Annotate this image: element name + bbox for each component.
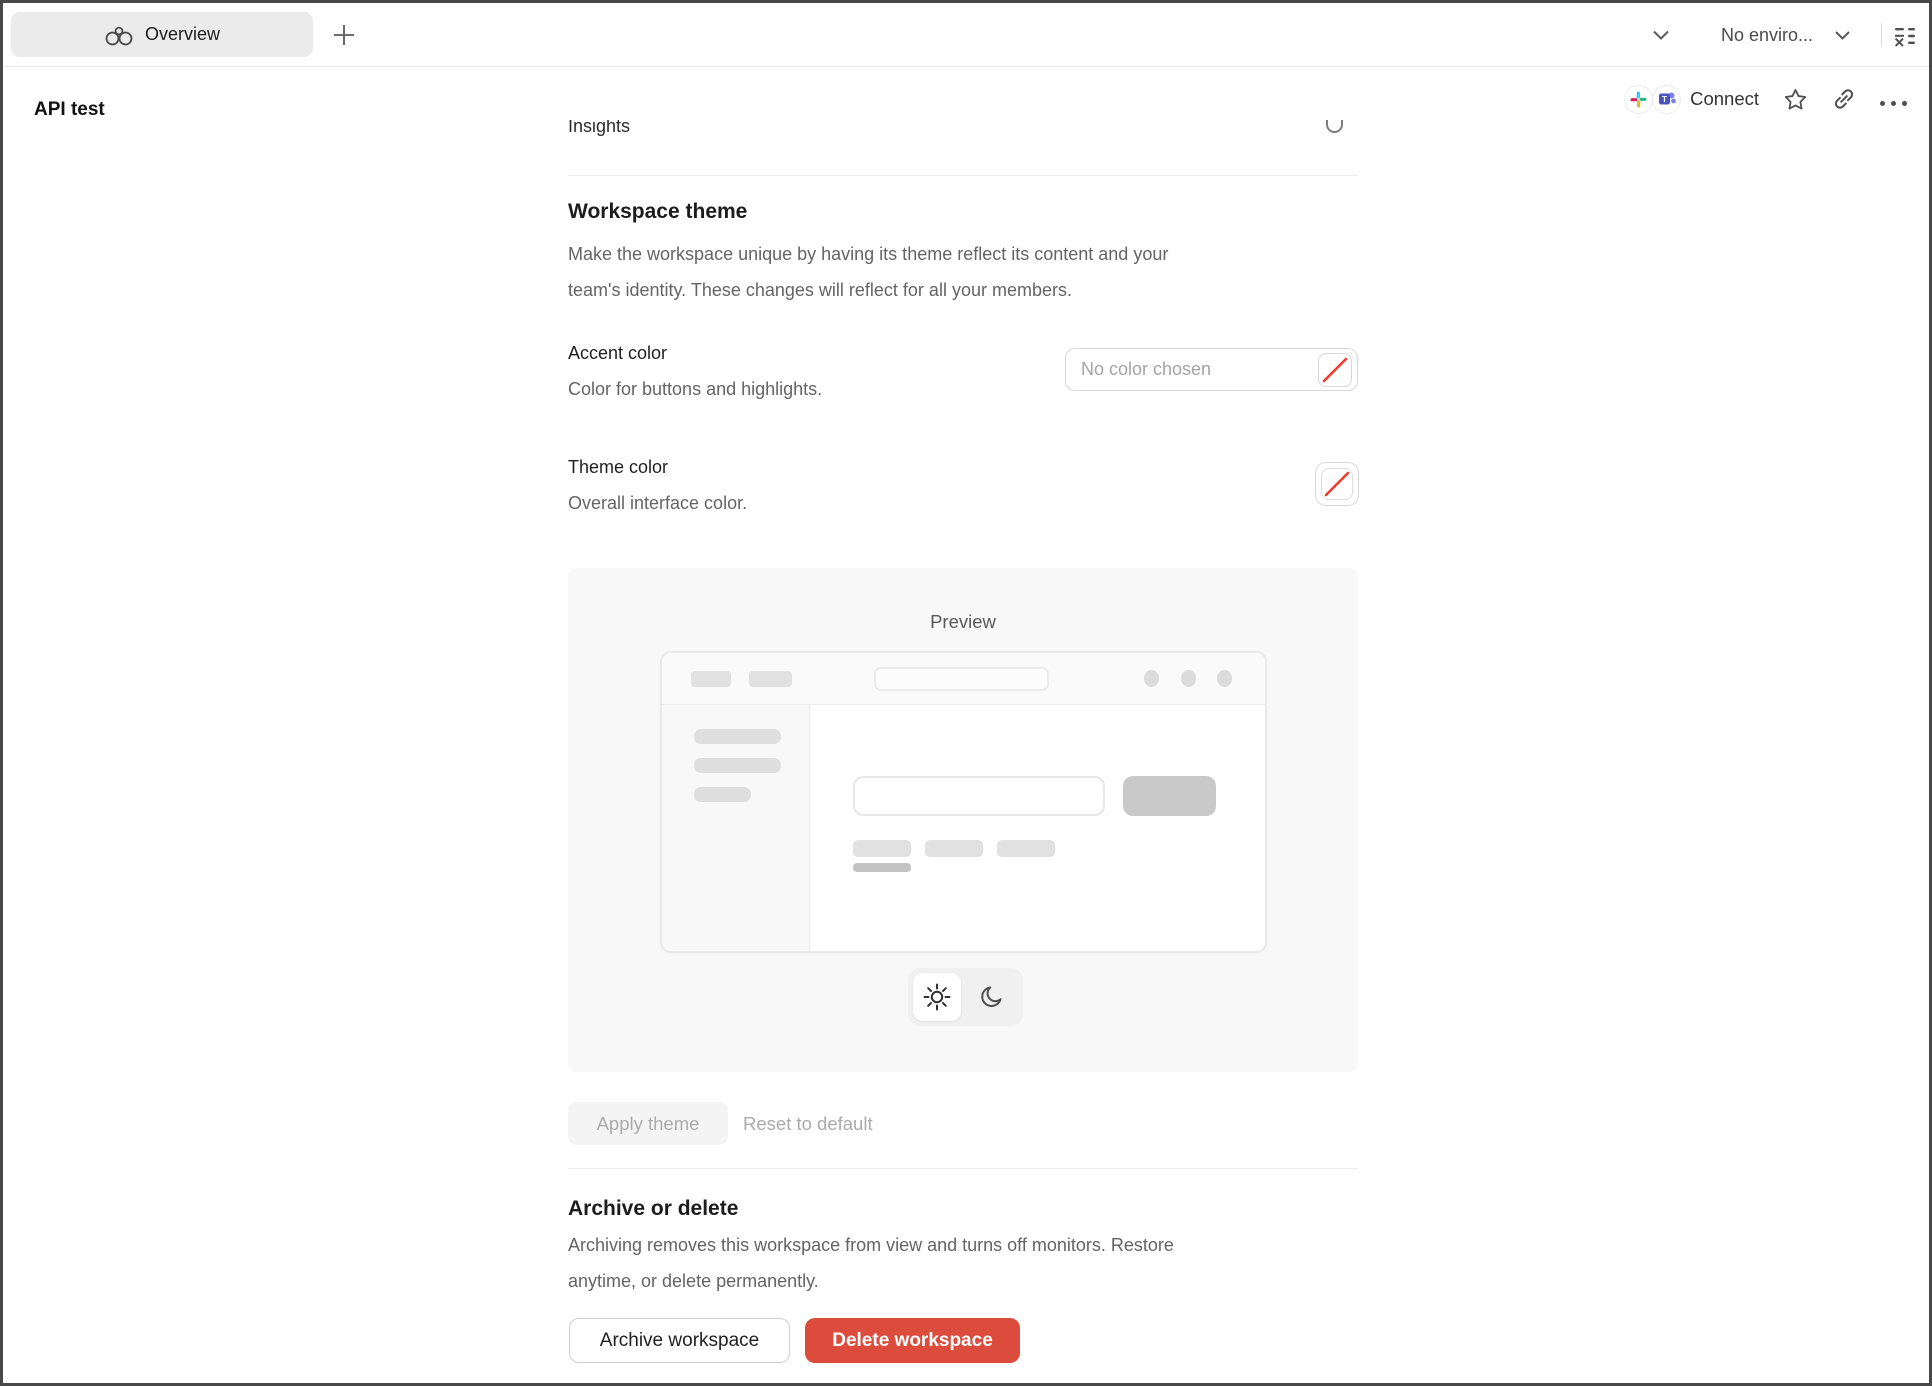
slack-icon [1624,84,1654,114]
environment-selector-label: No enviro... [1721,24,1814,45]
section-divider [568,1168,1358,1169]
skeleton-pill [749,671,792,687]
moon-icon [978,983,1006,1011]
preview-mock-window [660,651,1267,953]
environment-selector[interactable]: No enviro... [1721,3,1850,67]
more-options-icon[interactable] [1880,93,1907,106]
tab-list-chevron-down-icon[interactable] [1653,30,1669,40]
skeleton-bar [997,840,1055,857]
workspace-theme-heading: Workspace theme [568,200,748,223]
archive-or-delete-heading: Archive or delete [568,1197,739,1220]
dark-mode-button[interactable] [966,973,1018,1021]
theme-preview-card: Preview [568,568,1358,1072]
tab-overview-label: Overview [144,24,220,44]
tab-overview[interactable]: Overview [11,12,313,57]
skeleton-bar [694,758,781,773]
skeleton-bar [853,863,911,872]
environment-chevron-down-icon [1835,30,1850,40]
skeleton-bar [694,787,751,802]
app-window: Overview No enviro... API test T Connect… [0,0,1932,1386]
delete-workspace-button[interactable]: Delete workspace [805,1318,1020,1363]
copy-link-icon[interactable] [1832,87,1856,111]
skeleton-button [1123,776,1216,816]
preview-mock-sidebar [662,705,810,951]
skeleton-pill [691,671,731,687]
star-icon[interactable] [1783,87,1808,112]
apply-theme-button[interactable]: Apply theme [568,1102,728,1145]
preview-mock-main [810,705,1265,951]
preview-mock-header [662,653,1265,705]
archive-or-delete-description: Archiving removes this workspace from vi… [568,1235,1174,1291]
insights-row-clipped: Insights [568,120,1358,140]
new-tab-button[interactable] [333,24,355,46]
environment-quick-look-icon[interactable] [1893,24,1917,48]
svg-text:T: T [1661,94,1667,104]
accent-no-color-swatch[interactable] [1318,353,1352,387]
skeleton-input [853,776,1105,816]
skeleton-dot [1144,670,1159,687]
theme-color-description: Overall interface color. [568,493,748,513]
theme-no-color-swatch-inner [1321,468,1353,500]
sun-icon [921,981,953,1013]
page-title: API test [34,99,105,120]
skeleton-bar [853,840,911,857]
theme-color-label: Theme color [568,457,669,477]
theme-no-color-swatch[interactable] [1315,462,1359,506]
overview-binoculars-icon [104,24,134,46]
section-divider [568,175,1358,176]
reset-to-default-button[interactable]: Reset to default [743,1102,873,1145]
connect-button[interactable]: T Connect [1624,84,1759,114]
theme-mode-toggle [908,968,1023,1026]
preview-title: Preview [930,611,996,632]
connect-label: Connect [1690,88,1759,109]
skeleton-dot [1181,670,1196,687]
skeleton-addressbar [874,667,1049,691]
insights-toggle[interactable] [1326,120,1343,133]
tab-bar: Overview No enviro... [3,3,1929,67]
skeleton-bar [925,840,983,857]
accent-color-field [1065,348,1358,391]
archive-workspace-button[interactable]: Archive workspace [569,1318,790,1363]
no-color-slash [1324,471,1350,497]
workspace-theme-description: Make the workspace unique by having its … [568,244,1169,300]
header-actions: T Connect [1624,83,1907,115]
no-color-slash [1322,357,1348,383]
insights-label: Insights [568,120,631,136]
ms-teams-icon: T [1652,84,1682,114]
skeleton-bar [694,729,781,744]
light-mode-button[interactable] [913,973,961,1021]
preview-mock-body [662,705,1265,951]
accent-color-input[interactable] [1066,349,1357,390]
skeleton-dot [1217,670,1232,687]
topbar-divider [1881,23,1882,47]
